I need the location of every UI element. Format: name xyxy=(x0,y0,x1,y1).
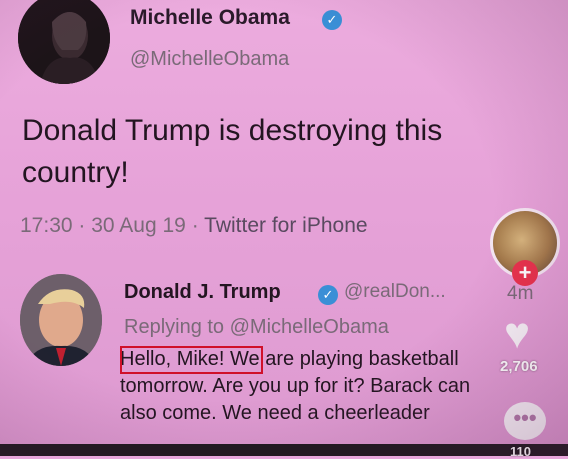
tweet-time: 17:30 xyxy=(20,214,73,237)
tweet-meta: 17:30 · 30 Aug 19 · Twitter for iPhone xyxy=(20,214,368,238)
trump-avatar[interactable] xyxy=(20,274,102,366)
highlight-box xyxy=(120,346,263,374)
likes-count: 2,706 xyxy=(500,358,538,375)
reply-age: 4m xyxy=(507,283,534,304)
comment-icon[interactable]: ••• xyxy=(504,402,546,440)
reply-author-handle[interactable]: @realDon... xyxy=(344,281,446,303)
meta-separator: · xyxy=(191,214,199,237)
tweet-text: Donald Trump is destroying this country! xyxy=(22,114,443,189)
bottom-bar xyxy=(0,444,568,456)
tweet-source-link[interactable]: Twitter for iPhone xyxy=(204,214,367,237)
plus-icon[interactable]: + xyxy=(512,260,538,286)
tweet-author-name[interactable]: Michelle Obama xyxy=(130,6,290,30)
comments-count: 110 xyxy=(510,444,531,459)
meta-separator: · xyxy=(78,214,86,237)
michelle-avatar[interactable] xyxy=(18,0,110,84)
reply-author-name[interactable]: Donald J. Trump xyxy=(124,281,281,304)
verified-badge-icon: ✓ xyxy=(322,10,342,30)
screen: Michelle Obama ✓ @MichelleObama Donald T… xyxy=(0,0,568,459)
heart-icon[interactable]: ♥ xyxy=(504,312,530,356)
tweet-date: 30 Aug 19 xyxy=(91,214,186,237)
tweet-author-handle[interactable]: @MichelleObama xyxy=(130,48,289,71)
verified-badge-icon: ✓ xyxy=(318,285,338,305)
replying-to-label[interactable]: Replying to @MichelleObama xyxy=(124,316,389,339)
